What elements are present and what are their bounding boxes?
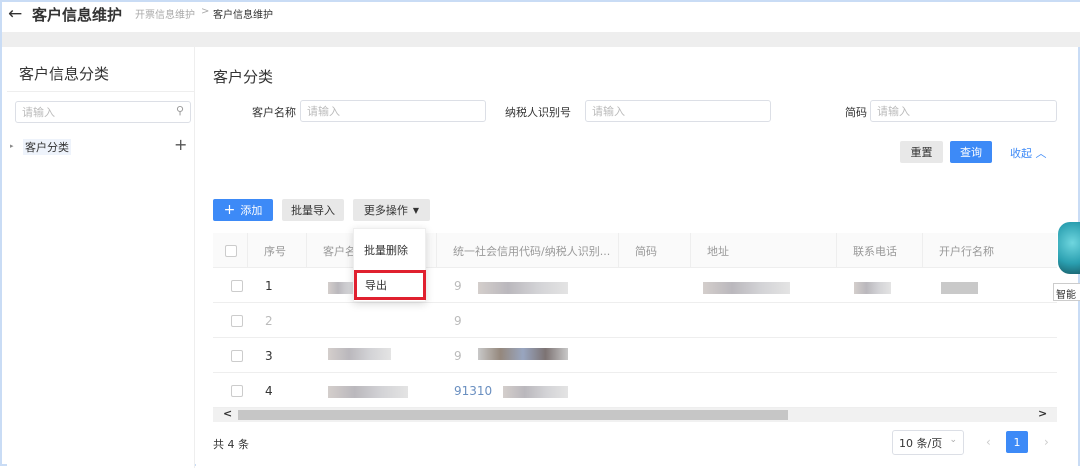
table-row[interactable]: 1 9 — [213, 268, 1057, 303]
redacted-taxid — [503, 386, 568, 398]
taxid-input[interactable]: 请输入 — [585, 100, 771, 122]
horizontal-scrollbar[interactable]: < > — [213, 407, 1057, 422]
page-1-button[interactable]: 1 — [1006, 431, 1028, 453]
breadcrumb-parent[interactable]: 开票信息维护 — [135, 6, 195, 21]
breadcrumb-separator: > — [201, 6, 210, 17]
row-checkbox[interactable] — [231, 385, 243, 397]
sidebar-search-input[interactable]: 请输入 ⚲ — [15, 101, 191, 123]
filter-label-taxid: 纳税人识别号 — [505, 106, 571, 119]
redacted-phone — [854, 282, 891, 294]
page-size-select[interactable]: 10 条/页 ⌄ — [892, 430, 964, 455]
redacted-taxid — [478, 348, 568, 360]
add-button[interactable]: + 添加 — [213, 199, 273, 221]
row-index: 2 — [265, 314, 273, 328]
chevron-up-icon: ︿ — [1035, 147, 1047, 160]
section-title: 客户分类 — [213, 68, 274, 86]
redacted-taxid — [478, 282, 568, 294]
breadcrumb-current: 客户信息维护 — [213, 10, 273, 21]
row-checkbox[interactable] — [231, 350, 243, 362]
collapse-link[interactable]: 收起 ︿ — [1010, 145, 1047, 161]
more-actions-menu: 批量删除 导出 — [353, 228, 426, 302]
redacted-address — [703, 282, 790, 294]
row-checkbox[interactable] — [231, 280, 243, 292]
assistant-label[interactable]: 智能 — [1053, 283, 1080, 301]
column-header-index: 序号 — [248, 233, 307, 268]
column-header-address: 地址 — [691, 233, 837, 268]
column-header-phone: 联系电话 — [837, 233, 923, 268]
sidebar: 客户信息分类 请输入 ⚲ ▸ 客户分类 + — [7, 47, 195, 468]
select-all-checkbox[interactable] — [225, 244, 237, 257]
chevron-down-icon: ⌄ — [949, 435, 957, 445]
divider-band — [2, 32, 1080, 47]
sidebar-title: 客户信息分类 — [19, 65, 110, 83]
row-index: 4 — [265, 384, 273, 398]
table-row[interactable]: 4 91310 — [213, 373, 1057, 408]
redacted-name — [328, 348, 391, 360]
scrollbar-thumb[interactable] — [238, 410, 788, 420]
table-row[interactable]: 2 9 — [213, 303, 1057, 338]
add-category-icon[interactable]: + — [174, 135, 187, 154]
redacted-name — [328, 386, 408, 398]
prev-page-icon[interactable]: ‹ — [986, 435, 991, 449]
filter-label-shortcode: 简码 — [845, 106, 867, 119]
row-taxid: 9 — [454, 349, 462, 363]
column-header-shortcode: 简码 — [619, 233, 691, 268]
top-header: ← 客户信息维护 开票信息维护 > 客户信息维护 — [2, 2, 1080, 32]
customer-name-input[interactable]: 请输入 — [300, 100, 486, 122]
total-count: 共 4 条 — [213, 438, 249, 451]
query-button[interactable]: 查询 — [950, 141, 992, 163]
tree-item-customer-category[interactable]: 客户分类 — [23, 139, 71, 155]
scroll-left-icon[interactable]: < — [223, 407, 232, 420]
arrow-left-icon[interactable]: ← — [8, 4, 22, 24]
caret-down-icon: ▼ — [412, 205, 420, 215]
menu-item-batch-delete[interactable]: 批量删除 — [364, 242, 408, 258]
redacted-bank — [941, 282, 978, 294]
row-taxid: 9 — [454, 314, 462, 328]
more-actions-button[interactable]: 更多操作 ▼ — [353, 199, 430, 221]
column-header-bank: 开户行名称 — [939, 244, 994, 258]
row-taxid: 9 — [454, 279, 462, 293]
filter-label-name: 客户名称 — [252, 106, 296, 119]
shortcode-input[interactable]: 请输入 — [870, 100, 1057, 122]
menu-item-export[interactable]: 导出 — [354, 270, 426, 300]
batch-import-button[interactable]: 批量导入 — [282, 199, 344, 221]
table-row[interactable]: 3 9 — [213, 338, 1057, 373]
caret-right-icon[interactable]: ▸ — [10, 142, 14, 150]
assistant-mascot-icon[interactable] — [1058, 222, 1080, 274]
row-index: 3 — [265, 349, 273, 363]
row-checkbox[interactable] — [231, 315, 243, 327]
row-index: 1 — [265, 279, 273, 293]
page-title: 客户信息维护 — [32, 6, 123, 24]
row-taxid: 91310 — [454, 384, 493, 398]
reset-button[interactable]: 重置 — [900, 141, 943, 163]
scroll-right-icon[interactable]: > — [1038, 407, 1047, 420]
search-icon[interactable]: ⚲ — [176, 104, 184, 117]
plus-icon: + — [223, 202, 236, 218]
next-page-icon[interactable]: › — [1044, 435, 1049, 449]
column-header-taxid: 统一社会信用代码/纳税人识别... — [437, 233, 619, 268]
